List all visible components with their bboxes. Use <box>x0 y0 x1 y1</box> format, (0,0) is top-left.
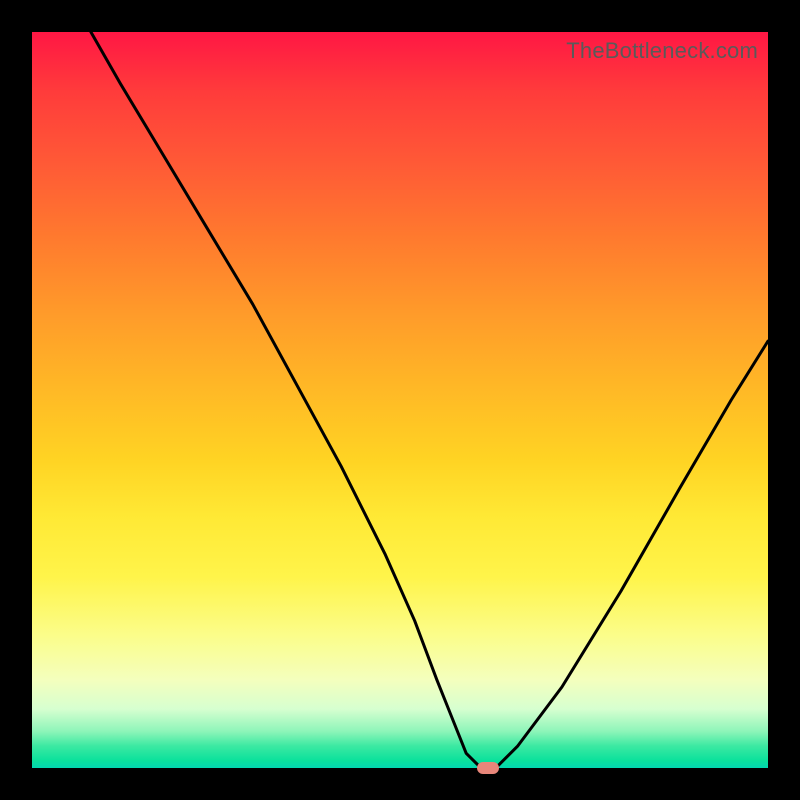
optimum-marker <box>477 762 499 774</box>
bottleneck-curve <box>32 32 768 768</box>
chart-frame: TheBottleneck.com <box>0 0 800 800</box>
plot-area: TheBottleneck.com <box>32 32 768 768</box>
